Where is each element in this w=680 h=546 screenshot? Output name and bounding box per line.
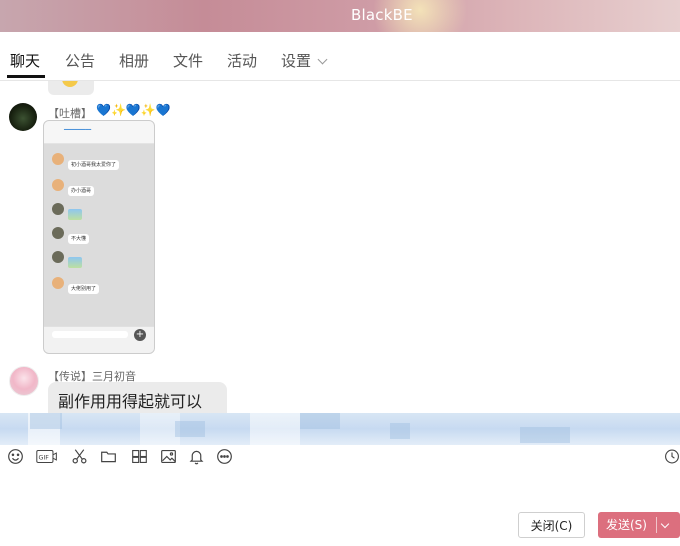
active-tab-indicator (7, 75, 45, 78)
embedded-input (52, 331, 128, 338)
send-button[interactable]: 发送(S) (598, 512, 680, 538)
embedded-image (68, 209, 82, 220)
scissors-icon[interactable] (70, 447, 88, 465)
window-title: BlackBE (351, 6, 413, 24)
tab-album[interactable]: 相册 (119, 50, 149, 71)
chevron-down-icon[interactable] (660, 519, 670, 529)
mosaic-block (30, 413, 62, 429)
tab-activity[interactable]: 活动 (227, 50, 257, 71)
tab-announcement[interactable]: 公告 (65, 50, 95, 71)
mosaic-block (390, 423, 410, 439)
send-button-divider (656, 517, 657, 533)
avatar (52, 277, 64, 289)
history-icon[interactable] (664, 447, 680, 465)
avatar[interactable] (9, 366, 39, 396)
sparkles-icon: ✨ (140, 103, 156, 117)
chevron-down-icon (317, 54, 328, 65)
input-toolbar: GIF (0, 445, 680, 469)
avatar (52, 251, 64, 263)
mosaic-block (520, 427, 570, 443)
embedded-message-text: 办小酒哥 (68, 186, 95, 196)
tab-bar: 聊天 公告 相册 文件 活动 设置 (0, 32, 680, 81)
title-bar: BlackBE (0, 0, 680, 32)
message-bubble[interactable]: 副作用用得起就可以 (48, 382, 227, 416)
avatar (52, 227, 64, 239)
tab-settings[interactable]: 设置 (281, 50, 328, 71)
mosaic-block (300, 413, 340, 429)
emoji-icon[interactable] (6, 447, 24, 465)
embedded-image (68, 257, 82, 268)
chat-history[interactable]: 【吐槽】 💙✨💙✨💙 ━━━━━━━━━ 初小酒哥我太爱你了 办小酒哥 不大懂 … (0, 81, 680, 416)
send-button-label: 发送(S) (606, 518, 647, 532)
embedded-message-text: 大佬别用了 (68, 284, 100, 294)
more-icon[interactable] (215, 447, 233, 465)
tab-chat[interactable]: 聊天 (10, 50, 40, 71)
previous-message-bubble (48, 81, 94, 95)
gif-icon[interactable]: GIF (35, 447, 59, 465)
blue-heart-icon: 💙 (125, 103, 141, 117)
message-sender: 【吐槽】 (48, 107, 92, 120)
sender-decoration: 💙✨💙✨💙 (96, 103, 171, 117)
avatar (52, 203, 64, 215)
embedded-chat-title-bar: ━━━━━━━━━ (64, 127, 92, 133)
embedded-message-text: 初小酒哥我太爱你了 (68, 160, 120, 170)
blue-heart-icon: 💙 (155, 103, 171, 117)
bell-icon[interactable] (187, 447, 205, 465)
folder-icon[interactable] (99, 447, 117, 465)
image-icon[interactable] (159, 447, 177, 465)
sparkles-icon: ✨ (110, 103, 126, 117)
mosaic-block (175, 421, 205, 437)
avatar[interactable] (9, 103, 37, 131)
embedded-chat-header: ━━━━━━━━━ (44, 121, 154, 144)
tab-files[interactable]: 文件 (173, 50, 203, 71)
embedded-input-bar: + (44, 326, 154, 353)
message-image-screenshot[interactable]: ━━━━━━━━━ 初小酒哥我太爱你了 办小酒哥 不大懂 大佬别用了 + (43, 120, 155, 354)
background-band (0, 413, 680, 445)
embedded-message-text: 不大懂 (68, 234, 90, 244)
avatar (52, 153, 64, 165)
gif-label: GIF (39, 453, 50, 461)
tab-settings-label: 设置 (281, 52, 312, 70)
emoji-sticker-icon (62, 81, 78, 87)
blue-heart-icon: 💙 (96, 103, 111, 117)
avatar (52, 179, 64, 191)
sticker-icon[interactable] (130, 447, 148, 465)
plus-icon: + (134, 329, 146, 341)
close-button[interactable]: 关闭(C) (518, 512, 585, 538)
